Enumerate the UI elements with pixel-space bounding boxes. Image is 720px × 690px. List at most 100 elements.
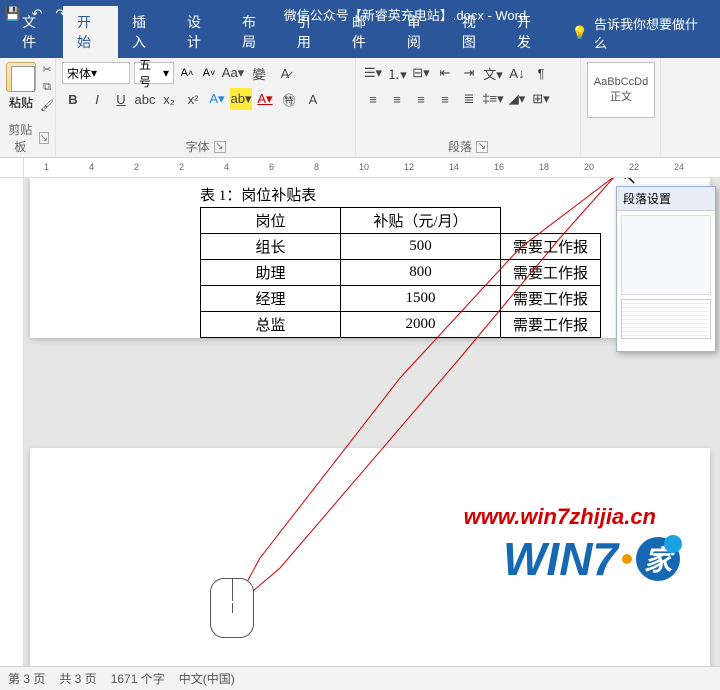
text-effects-button[interactable]: A▾ xyxy=(206,88,228,110)
tab-design[interactable]: 设计 xyxy=(173,6,228,58)
ruler-scale: 14224681012141618202224 xyxy=(24,158,720,177)
col-header-position: 岗位 xyxy=(201,208,341,234)
grow-font-button[interactable]: A˄ xyxy=(178,63,196,83)
popup-body xyxy=(617,211,715,351)
tab-references[interactable]: 引用 xyxy=(283,6,338,58)
allowance-table[interactable]: 岗位 补贴（元/月） 备注 组长500需要工作报助理800需要工作报经理1500… xyxy=(200,207,601,338)
multilevel-button[interactable]: ⊟▾ xyxy=(410,62,432,84)
watermark-logo: WIN7 家 xyxy=(503,532,680,586)
table-cell[interactable]: 助理 xyxy=(201,260,341,286)
ruler-tick: 20 xyxy=(584,162,594,172)
align-center-button[interactable]: ≡ xyxy=(386,88,408,110)
font-size-combo[interactable]: 五号 ▾ xyxy=(134,62,174,84)
table-cell[interactable]: 需要工作报 xyxy=(501,312,601,338)
superscript-button[interactable]: x² xyxy=(182,88,204,110)
table-cell[interactable]: 组长 xyxy=(201,234,341,260)
table-cell[interactable]: 需要工作报 xyxy=(501,260,601,286)
copy-icon[interactable]: ⧉ xyxy=(40,80,54,94)
bullets-button[interactable]: ☰▾ xyxy=(362,62,384,84)
table-cell[interactable]: 经理 xyxy=(201,286,341,312)
clear-format-button[interactable]: A̷ xyxy=(274,62,296,84)
font-name-combo[interactable]: 宋体 ▾ xyxy=(62,62,130,84)
style-normal[interactable]: AaBbCcDd 正文 xyxy=(587,62,655,118)
highlight-button[interactable]: ab▾ xyxy=(230,88,252,110)
tab-addin[interactable]: 开发 xyxy=(503,6,558,58)
phonetic-button[interactable]: 變 xyxy=(248,62,270,84)
status-words[interactable]: 1671 个字 xyxy=(111,670,165,687)
table-row[interactable]: 总监2000需要工作报 xyxy=(201,312,601,338)
justify-button[interactable]: ≡ xyxy=(434,88,456,110)
show-marks-button[interactable]: ¶ xyxy=(530,62,552,84)
group-clipboard: 粘贴 ✂ ⧉ 🖌 剪贴板 ↘ xyxy=(0,58,56,157)
logo-dot-icon xyxy=(622,554,632,564)
table-cell[interactable]: 总监 xyxy=(201,312,341,338)
italic-button[interactable]: I xyxy=(86,88,108,110)
table-cell[interactable]: 需要工作报 xyxy=(501,286,601,312)
ruler-tick: 12 xyxy=(404,162,414,172)
subscript-button[interactable]: x₂ xyxy=(158,88,180,110)
table-cell[interactable]: 1500 xyxy=(341,286,501,312)
tab-home[interactable]: 开始 xyxy=(63,6,118,58)
tab-review[interactable]: 审阅 xyxy=(393,6,448,58)
lightbulb-icon: 💡 xyxy=(572,25,588,41)
distribute-button[interactable]: ≣ xyxy=(458,88,480,110)
popup-preview xyxy=(621,299,711,339)
numbering-button[interactable]: ⒈▾ xyxy=(386,62,408,84)
status-page[interactable]: 第 3 页 xyxy=(8,670,45,687)
shading-button[interactable]: ◢▾ xyxy=(506,88,528,110)
ruler-tick: 24 xyxy=(674,162,684,172)
enclose-char-button[interactable]: ㊕ xyxy=(278,88,300,110)
line-spacing-button[interactable]: ‡≡▾ xyxy=(482,88,504,110)
status-pages[interactable]: 共 3 页 xyxy=(59,670,96,687)
decrease-indent-button[interactable]: ⇤ xyxy=(434,62,456,84)
strikethrough-button[interactable]: abc xyxy=(134,88,156,110)
font-launcher-icon[interactable]: ↘ xyxy=(214,141,226,153)
borders-button[interactable]: ⊞▾ xyxy=(530,88,552,110)
horizontal-ruler[interactable]: 14224681012141618202224 xyxy=(0,158,720,178)
ruler-tick: 2 xyxy=(134,162,139,172)
ruler-tick: 8 xyxy=(314,162,319,172)
table-header-row: 岗位 补贴（元/月） 备注 xyxy=(201,208,601,234)
document-area: 表 1：岗位补贴表 岗位 补贴（元/月） 备注 组长500需要工作报助理800需… xyxy=(0,178,720,666)
clipboard-launcher-icon[interactable]: ↘ xyxy=(39,132,49,144)
cut-icon[interactable]: ✂ xyxy=(40,62,54,76)
table-cell[interactable]: 2000 xyxy=(341,312,501,338)
format-painter-icon[interactable]: 🖌 xyxy=(40,98,54,112)
tab-view[interactable]: 视图 xyxy=(448,6,503,58)
table-cell[interactable]: 需要工作报 xyxy=(501,234,601,260)
font-group-label: 字体 xyxy=(185,138,209,155)
tab-layout[interactable]: 布局 xyxy=(228,6,283,58)
underline-button[interactable]: U xyxy=(110,88,132,110)
ruler-corner xyxy=(0,158,24,177)
table-cell[interactable]: 800 xyxy=(341,260,501,286)
tab-mailings[interactable]: 邮件 xyxy=(338,6,393,58)
paste-icon xyxy=(6,62,36,92)
popup-title: 段落设置 xyxy=(617,187,715,211)
table-cell[interactable]: 500 xyxy=(341,234,501,260)
sort-button[interactable]: A↓ xyxy=(506,62,528,84)
text-direction-button[interactable]: 文▾ xyxy=(482,62,504,84)
change-case-button[interactable]: Aa▾ xyxy=(222,62,244,84)
align-right-button[interactable]: ≡ xyxy=(410,88,432,110)
tell-me-box[interactable]: 💡 告诉我你想要做什么 xyxy=(558,8,720,58)
paragraph-settings-popup[interactable]: 段落设置 xyxy=(616,186,716,352)
shrink-font-button[interactable]: A˅ xyxy=(200,63,218,83)
bold-button[interactable]: B xyxy=(62,88,84,110)
char-border-button[interactable]: A xyxy=(302,88,324,110)
tab-file[interactable]: 文件 xyxy=(8,6,63,58)
table-row[interactable]: 经理1500需要工作报 xyxy=(201,286,601,312)
align-left-button[interactable]: ≡ xyxy=(362,88,384,110)
status-language[interactable]: 中文(中国) xyxy=(179,670,235,687)
increase-indent-button[interactable]: ⇥ xyxy=(458,62,480,84)
table-row[interactable]: 助理800需要工作报 xyxy=(201,260,601,286)
mouse-icon xyxy=(210,578,254,638)
ruler-tick: 22 xyxy=(629,162,639,172)
ruler-tick: 4 xyxy=(89,162,94,172)
font-color-button[interactable]: A▾ xyxy=(254,88,276,110)
paste-button[interactable]: 粘贴 xyxy=(6,62,36,112)
tab-insert[interactable]: 插入 xyxy=(118,6,173,58)
paragraph-launcher-icon[interactable]: ↘ xyxy=(476,141,488,153)
page-1[interactable]: 表 1：岗位补贴表 岗位 补贴（元/月） 备注 组长500需要工作报助理800需… xyxy=(30,178,710,338)
vertical-ruler[interactable] xyxy=(0,178,24,666)
table-row[interactable]: 组长500需要工作报 xyxy=(201,234,601,260)
